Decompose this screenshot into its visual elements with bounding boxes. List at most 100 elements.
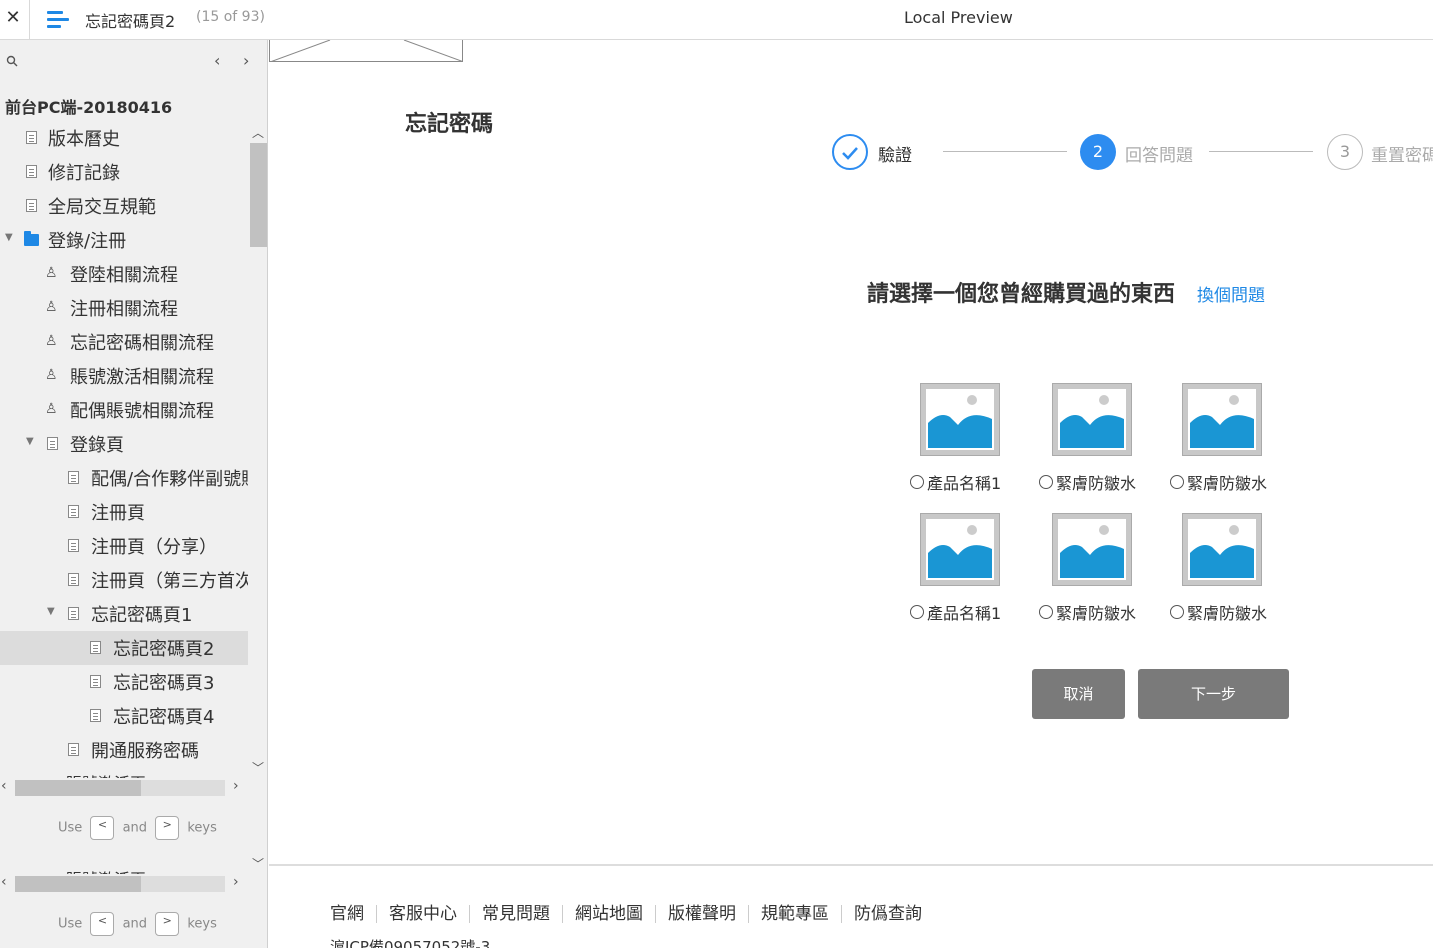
tree-item[interactable]: ♙ 賬號激活相關流程 bbox=[0, 359, 248, 393]
tree-item-label: 登錄頁 bbox=[70, 435, 124, 456]
footer-link[interactable]: 網站地圖 bbox=[562, 905, 655, 923]
step-label: 回答問題 bbox=[1125, 146, 1193, 166]
close-icon[interactable]: ✕ bbox=[4, 7, 22, 28]
caret-down-icon[interactable]: ▼ bbox=[47, 606, 55, 617]
page-icon bbox=[90, 641, 101, 654]
tree-item[interactable]: ♙ 配偶賬號相關流程 bbox=[0, 393, 248, 427]
step-connector bbox=[943, 151, 1067, 152]
chevron-down-icon[interactable]: ﹀ bbox=[252, 855, 264, 872]
keyboard-hint: Use < and > keys bbox=[58, 912, 217, 936]
hint-text: and bbox=[122, 916, 148, 932]
chevron-right-icon[interactable]: › bbox=[233, 874, 239, 890]
tree-item[interactable]: ♙ 注冊相關流程 bbox=[0, 291, 248, 325]
tree-item-label: 修訂記錄 bbox=[48, 163, 120, 184]
previous-page-icon[interactable]: ‹ bbox=[214, 51, 220, 70]
sitemap-toggle-icon[interactable] bbox=[47, 9, 69, 29]
tree-item[interactable]: 忘記密碼頁3 bbox=[0, 665, 248, 699]
radio-button[interactable] bbox=[1039, 474, 1053, 489]
page-count: (15 of 93) bbox=[196, 9, 265, 25]
tree-item-label: 登陸相關流程 bbox=[70, 265, 178, 286]
tree-item-label: 賬號激活相關流程 bbox=[70, 367, 214, 388]
footer-link[interactable]: 規範專區 bbox=[748, 905, 841, 923]
caret-down-icon[interactable]: ▼ bbox=[26, 436, 34, 447]
tree-item-label: 配偶/合作夥伴副號賬 bbox=[91, 469, 248, 490]
tree-item-label: 注冊相關流程 bbox=[70, 299, 178, 320]
tree-item-label: 版本曆史 bbox=[48, 129, 120, 150]
change-question-link[interactable]: 換個問題 bbox=[1197, 281, 1265, 306]
chevron-left-icon[interactable]: ‹ bbox=[1, 778, 7, 794]
chevron-left-icon[interactable]: ‹ bbox=[1, 874, 7, 890]
tree-item[interactable]: ▼ 登錄頁 bbox=[0, 427, 248, 461]
product-image[interactable] bbox=[920, 383, 1000, 456]
chevron-down-icon[interactable]: ﹀ bbox=[252, 759, 264, 776]
tree-item-label: 注冊頁（分享） bbox=[91, 537, 217, 558]
tree-item[interactable]: 注冊頁（第三方首次 bbox=[0, 563, 248, 597]
product-image[interactable] bbox=[1182, 513, 1262, 586]
footer-link[interactable]: 版權聲明 bbox=[655, 905, 748, 923]
tree-item[interactable]: 配偶/合作夥伴副號賬 bbox=[0, 461, 248, 495]
product-image[interactable] bbox=[920, 513, 1000, 586]
radio-button[interactable] bbox=[910, 604, 924, 619]
product-image[interactable] bbox=[1052, 513, 1132, 586]
tree-item[interactable]: 版本曆史 bbox=[0, 121, 248, 155]
tree-item-label: 忘記密碼頁2 bbox=[113, 639, 215, 660]
page-icon bbox=[90, 675, 101, 688]
horizontal-scrollbar[interactable]: ‹ › bbox=[0, 778, 248, 798]
product-option[interactable]: 緊膚防皺水 bbox=[1170, 470, 1267, 494]
tree-item-label: 注冊頁 bbox=[91, 503, 145, 524]
tree-item-label: 配偶賬號相關流程 bbox=[70, 401, 214, 422]
product-image[interactable] bbox=[1182, 383, 1262, 456]
product-option[interactable]: 緊膚防皺水 bbox=[1039, 600, 1136, 624]
footer-link[interactable]: 常見問題 bbox=[469, 905, 562, 923]
flow-icon: ♙ bbox=[45, 333, 58, 349]
horizontal-scrollbar-track bbox=[141, 780, 225, 796]
tree-item[interactable]: ♙ 忘記密碼相關流程 bbox=[0, 325, 248, 359]
left-key-icon: < bbox=[90, 912, 115, 936]
radio-button[interactable] bbox=[1170, 474, 1184, 489]
footer-link[interactable]: 防僞查詢 bbox=[841, 905, 934, 923]
tree-item-label: 開通服務密碼 bbox=[91, 741, 199, 762]
product-option[interactable]: 緊膚防皺水 bbox=[1039, 470, 1136, 494]
caret-down-icon[interactable]: ▼ bbox=[5, 232, 13, 243]
horizontal-scrollbar-thumb[interactable] bbox=[15, 876, 141, 892]
tree-item-label: 全局交互規範 bbox=[48, 197, 156, 218]
next-step-button[interactable]: 下一步 bbox=[1138, 669, 1289, 719]
tree-item[interactable]: 忘記密碼頁4 bbox=[0, 699, 248, 733]
page-icon bbox=[68, 505, 79, 518]
page-icon bbox=[68, 743, 79, 756]
chevron-right-icon[interactable]: › bbox=[233, 778, 239, 794]
radio-button[interactable] bbox=[1170, 604, 1184, 619]
tree-item[interactable]: ▼ 忘記密碼頁1 bbox=[0, 597, 248, 631]
footer-link[interactable]: 官網 bbox=[330, 905, 376, 923]
tree-item[interactable]: 注冊頁（分享） bbox=[0, 529, 248, 563]
flow-icon: ♙ bbox=[45, 265, 58, 281]
page-icon bbox=[26, 165, 37, 178]
product-option[interactable]: 產品名稱1 bbox=[910, 470, 1001, 494]
next-page-icon[interactable]: › bbox=[243, 51, 249, 70]
product-option[interactable]: 緊膚防皺水 bbox=[1170, 600, 1267, 624]
hint-text: Use bbox=[58, 820, 83, 836]
tree-item-label: 注冊頁（第三方首次 bbox=[91, 571, 248, 592]
tree-item[interactable]: 修訂記錄 bbox=[0, 155, 248, 189]
chevron-up-icon[interactable]: ︿ bbox=[252, 124, 264, 141]
tree-item-selected[interactable]: 忘記密碼頁2 bbox=[0, 631, 248, 665]
cancel-button[interactable]: 取消 bbox=[1032, 669, 1125, 719]
vertical-scrollbar-thumb[interactable] bbox=[250, 143, 267, 247]
page-icon bbox=[26, 199, 37, 212]
footer-divider bbox=[269, 864, 1433, 866]
search-icon[interactable] bbox=[6, 55, 18, 67]
tree-item-folder[interactable]: ▼ 登錄/注冊 bbox=[0, 223, 248, 257]
tree-item[interactable]: 開通服務密碼 bbox=[0, 733, 248, 767]
horizontal-scrollbar[interactable]: ‹ › bbox=[0, 874, 248, 894]
keyboard-hint: Use < and > keys bbox=[58, 816, 217, 840]
product-image[interactable] bbox=[1052, 383, 1132, 456]
footer-link[interactable]: 客服中心 bbox=[376, 905, 469, 923]
horizontal-scrollbar-thumb[interactable] bbox=[15, 780, 141, 796]
tree-item[interactable]: ♙ 登陸相關流程 bbox=[0, 257, 248, 291]
radio-button[interactable] bbox=[910, 474, 924, 489]
tree-item[interactable]: 全局交互規範 bbox=[0, 189, 248, 223]
page-heading: 忘記密碼 bbox=[405, 112, 494, 137]
tree-item[interactable]: 注冊頁 bbox=[0, 495, 248, 529]
radio-button[interactable] bbox=[1039, 604, 1053, 619]
product-option[interactable]: 產品名稱1 bbox=[910, 600, 1001, 624]
